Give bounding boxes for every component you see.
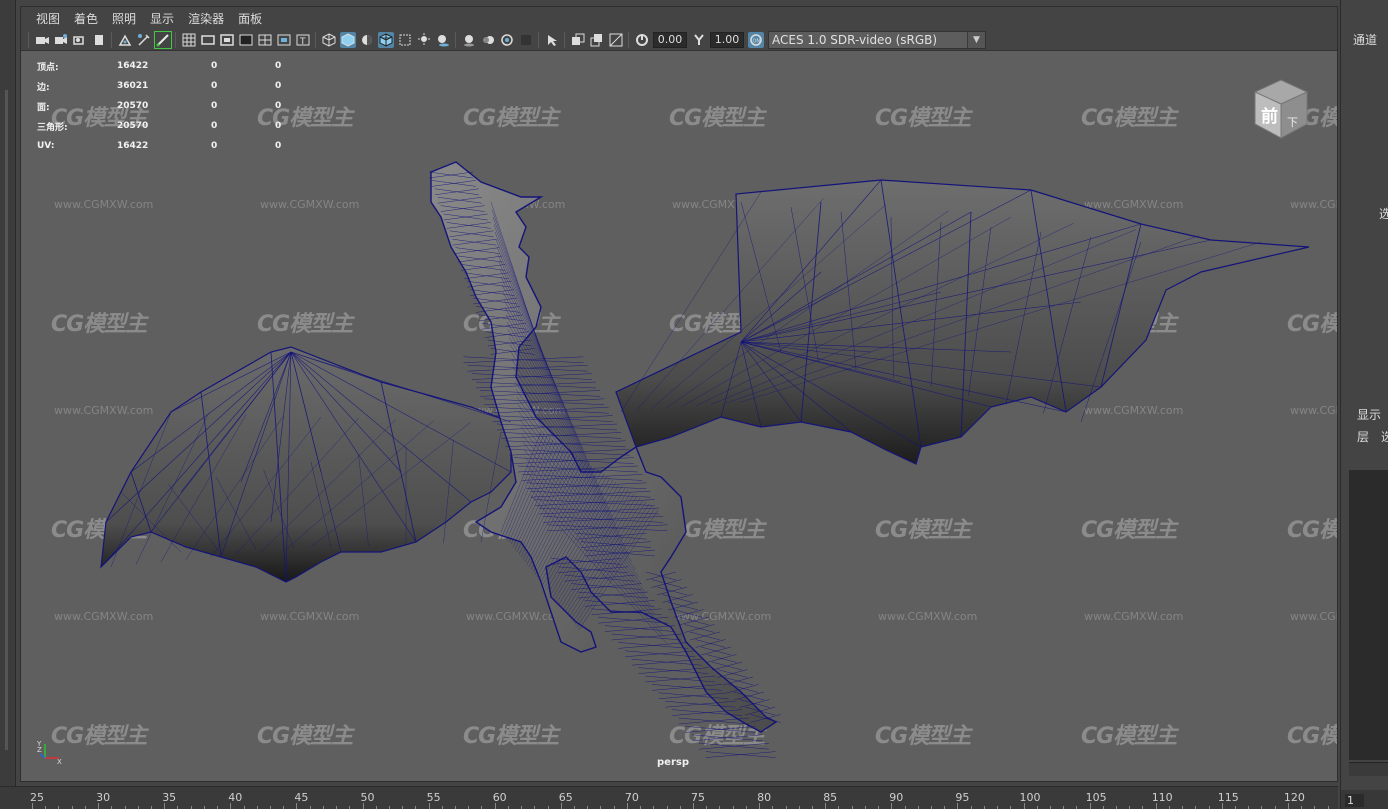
current-frame-field-container: 1 bbox=[1341, 790, 1388, 809]
timeline-tick bbox=[626, 803, 628, 809]
3d-viewport[interactable]: 顶点: 16422 0 0 边: 36021 0 0 面: 20570 0 0 三角形: 20570 0 0 U… bbox=[21, 52, 1337, 781]
view-cube-front-label[interactable]: 前 bbox=[1261, 106, 1278, 127]
film-gate-icon[interactable] bbox=[200, 32, 216, 48]
camera-name-label: persp bbox=[657, 757, 689, 768]
timeline-tick bbox=[891, 803, 893, 809]
time-slider[interactable]: 25 30 35 40 45 50 55 60 65 70 75 80 85 90 95 100 105 110 1… bbox=[0, 786, 1342, 809]
viewport-panel: 视图 着色 照明 显示 渲染器 面板 T 0.00 1.00 ON ACES 1… bbox=[20, 6, 1338, 782]
timeline-tick bbox=[32, 803, 33, 809]
timeline-tick bbox=[428, 803, 430, 809]
xray-icon[interactable] bbox=[397, 32, 413, 48]
image-plane-icon[interactable] bbox=[91, 32, 107, 48]
current-frame-field[interactable]: 1 bbox=[1345, 794, 1364, 807]
menu-view[interactable]: 视图 bbox=[29, 10, 67, 27]
camera-attributes-icon[interactable] bbox=[53, 32, 69, 48]
svg-text:ON: ON bbox=[752, 38, 760, 44]
field-chart-icon[interactable] bbox=[257, 32, 273, 48]
wireframe-icon[interactable] bbox=[321, 32, 337, 48]
menu-panels[interactable]: 面板 bbox=[231, 10, 269, 27]
view-cube-bottom-label[interactable]: 下 bbox=[1287, 116, 1298, 129]
backface-culling-icon[interactable] bbox=[608, 32, 624, 48]
ambient-occlusion-icon[interactable] bbox=[461, 32, 477, 48]
color-space-dropdown[interactable]: ACES 1.0 SDR-video (sRGB) ▼ bbox=[768, 30, 986, 49]
timeline-tick bbox=[164, 803, 166, 809]
channel-box-tab[interactable]: 通道 bbox=[1353, 31, 1377, 48]
gamma-icon[interactable] bbox=[691, 32, 707, 48]
dragon-left-wing bbox=[100, 346, 512, 583]
draw-pencil-icon[interactable] bbox=[153, 30, 172, 49]
xray-active-icon[interactable] bbox=[589, 32, 605, 48]
menu-renderer[interactable]: 渲染器 bbox=[181, 10, 231, 27]
timeline-tick bbox=[1155, 803, 1157, 809]
menu-lighting[interactable]: 照明 bbox=[105, 10, 143, 27]
menu-shading[interactable]: 着色 bbox=[67, 10, 105, 27]
timeline-tick bbox=[1221, 803, 1223, 809]
depth-of-field-icon[interactable] bbox=[518, 32, 534, 48]
timeline-tick bbox=[1287, 803, 1289, 809]
channel-box-panel: 通道 选 显示 层 选 1 bbox=[1340, 0, 1388, 809]
timeline-tick bbox=[98, 803, 100, 809]
axis-gizmo: Y Z X bbox=[36, 738, 67, 770]
gamma-field[interactable]: 1.00 bbox=[710, 31, 744, 48]
left-tool-strip bbox=[0, 0, 16, 790]
two-d-pan-zoom-icon[interactable] bbox=[117, 32, 133, 48]
panel-toolbar: T 0.00 1.00 ON ACES 1.0 SDR-video (sRGB)… bbox=[21, 29, 1337, 51]
chevron-down-icon[interactable]: ▼ bbox=[967, 31, 985, 48]
xray-joints-icon[interactable] bbox=[570, 32, 586, 48]
exposure-icon[interactable] bbox=[634, 32, 650, 48]
dragon-right-wing bbox=[615, 179, 1310, 465]
axis-x-label: X bbox=[57, 758, 62, 766]
shadows-icon[interactable] bbox=[435, 32, 451, 48]
timeline-tick bbox=[362, 803, 364, 809]
layer-tab[interactable]: 层 bbox=[1357, 428, 1369, 445]
timeline-tick bbox=[1023, 803, 1025, 809]
timeline-tick bbox=[957, 803, 959, 809]
default-material-icon[interactable] bbox=[359, 32, 375, 48]
left-strip-handle[interactable] bbox=[5, 90, 8, 750]
timeline-tick bbox=[825, 803, 827, 809]
safe-title-icon[interactable]: T bbox=[295, 32, 311, 48]
exposure-field[interactable]: 0.00 bbox=[653, 31, 687, 48]
timeline-tick bbox=[1089, 803, 1091, 809]
select-label: 选 bbox=[1379, 207, 1388, 221]
use-all-lights-icon[interactable] bbox=[416, 32, 432, 48]
menu-show[interactable]: 显示 bbox=[143, 10, 181, 27]
color-space-value: ACES 1.0 SDR-video (sRGB) bbox=[772, 32, 938, 47]
axis-z-label: Z bbox=[37, 746, 42, 754]
display-tab[interactable]: 显示 bbox=[1357, 406, 1381, 423]
view-transform-icon[interactable]: ON bbox=[747, 31, 764, 48]
svg-text:T: T bbox=[299, 37, 306, 47]
timeline-tick bbox=[230, 803, 232, 809]
resolution-gate-icon[interactable] bbox=[219, 32, 235, 48]
bookmarks-icon[interactable] bbox=[72, 32, 88, 48]
timeline-tick bbox=[693, 803, 694, 809]
layer-list-scrollbar[interactable] bbox=[1349, 762, 1388, 776]
grease-pencil-icon[interactable] bbox=[136, 32, 152, 48]
anti-aliasing-icon[interactable] bbox=[499, 32, 515, 48]
panel-menu-bar: 视图 着色 照明 显示 渲染器 面板 bbox=[21, 7, 1337, 29]
safe-action-icon[interactable] bbox=[276, 32, 292, 48]
select-camera-icon[interactable] bbox=[34, 32, 50, 48]
layer-list[interactable] bbox=[1349, 470, 1388, 760]
timeline-tick bbox=[494, 803, 496, 809]
layer-options-tab[interactable]: 选 bbox=[1381, 428, 1388, 445]
smooth-shade-icon[interactable] bbox=[339, 31, 356, 48]
timeline-tick bbox=[560, 803, 562, 809]
dragon-wireframe-model[interactable] bbox=[21, 52, 1337, 781]
motion-blur-icon[interactable] bbox=[480, 32, 496, 48]
gate-mask-icon[interactable] bbox=[238, 32, 254, 48]
timeline-tick bbox=[759, 803, 761, 809]
isolate-select-icon[interactable] bbox=[544, 32, 560, 48]
grid-icon[interactable] bbox=[181, 32, 197, 48]
view-cube[interactable]: 前 下 bbox=[1247, 76, 1313, 152]
wireframe-on-shaded-icon[interactable] bbox=[377, 31, 394, 48]
timeline-tick bbox=[296, 803, 298, 809]
